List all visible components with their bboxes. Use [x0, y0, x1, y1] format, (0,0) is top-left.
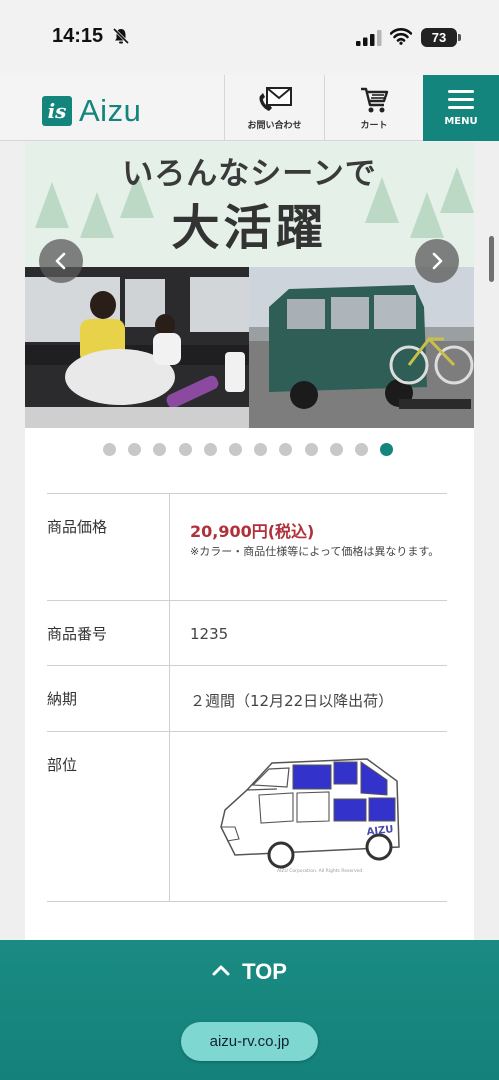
- status-time: 14:15: [52, 25, 104, 47]
- logo-text: Aizu: [79, 93, 142, 128]
- chevron-left-icon: [55, 252, 66, 270]
- menu-button[interactable]: MENU: [423, 75, 499, 141]
- browser-url-pill[interactable]: aizu-rv.co.jp: [181, 1022, 318, 1061]
- delivery-value: ２週間（12月22日以降出荷）: [190, 692, 394, 710]
- cart-icon: [361, 87, 389, 113]
- menu-label: MENU: [444, 116, 478, 127]
- contact-button[interactable]: お問い合わせ: [224, 75, 324, 141]
- bell-muted-icon: [112, 27, 130, 45]
- back-to-top-label: TOP: [242, 959, 287, 984]
- logo-mark-icon: is: [42, 96, 72, 126]
- signal-icon: [356, 30, 382, 46]
- banner-headline: いろんなシーンで: [122, 156, 377, 192]
- diagram-copyright: AIZU Corporation. All Rights Reserved.: [277, 868, 364, 874]
- chevron-right-icon: [432, 252, 443, 270]
- carousel-dot[interactable]: [128, 443, 142, 456]
- carousel-dot[interactable]: [228, 443, 242, 456]
- carousel-dot[interactable]: [279, 443, 293, 456]
- van-exterior-photo: [249, 267, 474, 428]
- interior-scene-illustration: [25, 267, 249, 428]
- chevron-up-icon: [212, 965, 230, 976]
- spec-row-delivery: 納期 ２週間（12月22日以降出荷）: [47, 665, 447, 731]
- number-label: 商品番号: [47, 625, 108, 643]
- carousel-dot[interactable]: [103, 443, 116, 456]
- column-divider: [169, 494, 170, 600]
- hamburger-icon: [448, 90, 474, 109]
- number-value: 1235: [190, 625, 229, 643]
- carousel-dot[interactable]: [254, 443, 268, 456]
- column-divider: [169, 601, 170, 665]
- status-bar: 14:15 73: [0, 0, 499, 75]
- carousel-dot[interactable]: [329, 443, 343, 456]
- carousel-dot[interactable]: [354, 443, 368, 456]
- cart-button[interactable]: カート: [324, 75, 423, 141]
- carousel-dot-active[interactable]: [380, 443, 394, 456]
- delivery-label: 納期: [47, 690, 78, 708]
- table-bottom-border: [47, 901, 447, 902]
- contact-label: お問い合わせ: [247, 121, 302, 131]
- car-interior-photo: [25, 267, 249, 428]
- carousel-prev-button[interactable]: [39, 239, 83, 283]
- spec-row-number: 商品番号 1235: [47, 600, 447, 665]
- carousel-next-button[interactable]: [415, 239, 459, 283]
- site-logo[interactable]: is Aizu: [42, 93, 141, 129]
- part-label: 部位: [47, 756, 78, 774]
- site-header: is Aizu お問い合わせ カート MENU: [0, 75, 499, 141]
- van-window-diagram: AIZU AIZU Corporation. All Rights Reserv…: [220, 758, 400, 874]
- column-divider: [169, 666, 170, 731]
- banner-subheadline: 大活躍: [171, 200, 328, 256]
- product-image-carousel[interactable]: いろんなシーンで 大活躍: [25, 142, 474, 428]
- product-spec-table: 商品価格 20,900円(税込) ※カラー・商品仕様等によって価格は異なります。…: [47, 493, 447, 902]
- van-scene-illustration: [249, 267, 474, 428]
- product-detail-card: いろんなシーンで 大活躍 商品価格 20,900円(税込) ※カラー・商品仕様等…: [25, 142, 474, 940]
- carousel-dot[interactable]: [178, 443, 192, 456]
- wifi-icon: [390, 28, 412, 45]
- column-divider: [169, 732, 170, 901]
- spec-row-part: 部位 AIZU AIZU Corporation. All Rights Res…: [47, 731, 447, 901]
- scroll-indicator[interactable]: [489, 236, 494, 282]
- phone-mail-icon: [258, 87, 292, 111]
- price-value: 20,900円(税込): [190, 522, 315, 541]
- price-note: ※カラー・商品仕様等によって価格は異なります。: [190, 545, 440, 558]
- carousel-dot[interactable]: [304, 443, 318, 456]
- battery-icon: 73: [421, 28, 461, 47]
- price-label: 商品価格: [47, 518, 108, 536]
- battery-level: 73: [431, 30, 447, 45]
- spec-row-price: 商品価格 20,900円(税込) ※カラー・商品仕様等によって価格は異なります。: [47, 493, 447, 600]
- back-to-top-button[interactable]: TOP: [0, 959, 499, 985]
- carousel-dot[interactable]: [203, 443, 217, 456]
- cart-label: カート: [360, 121, 388, 131]
- carousel-pagination: [103, 443, 405, 457]
- carousel-banner: いろんなシーンで 大活躍: [25, 142, 474, 267]
- carousel-dot[interactable]: [153, 443, 167, 456]
